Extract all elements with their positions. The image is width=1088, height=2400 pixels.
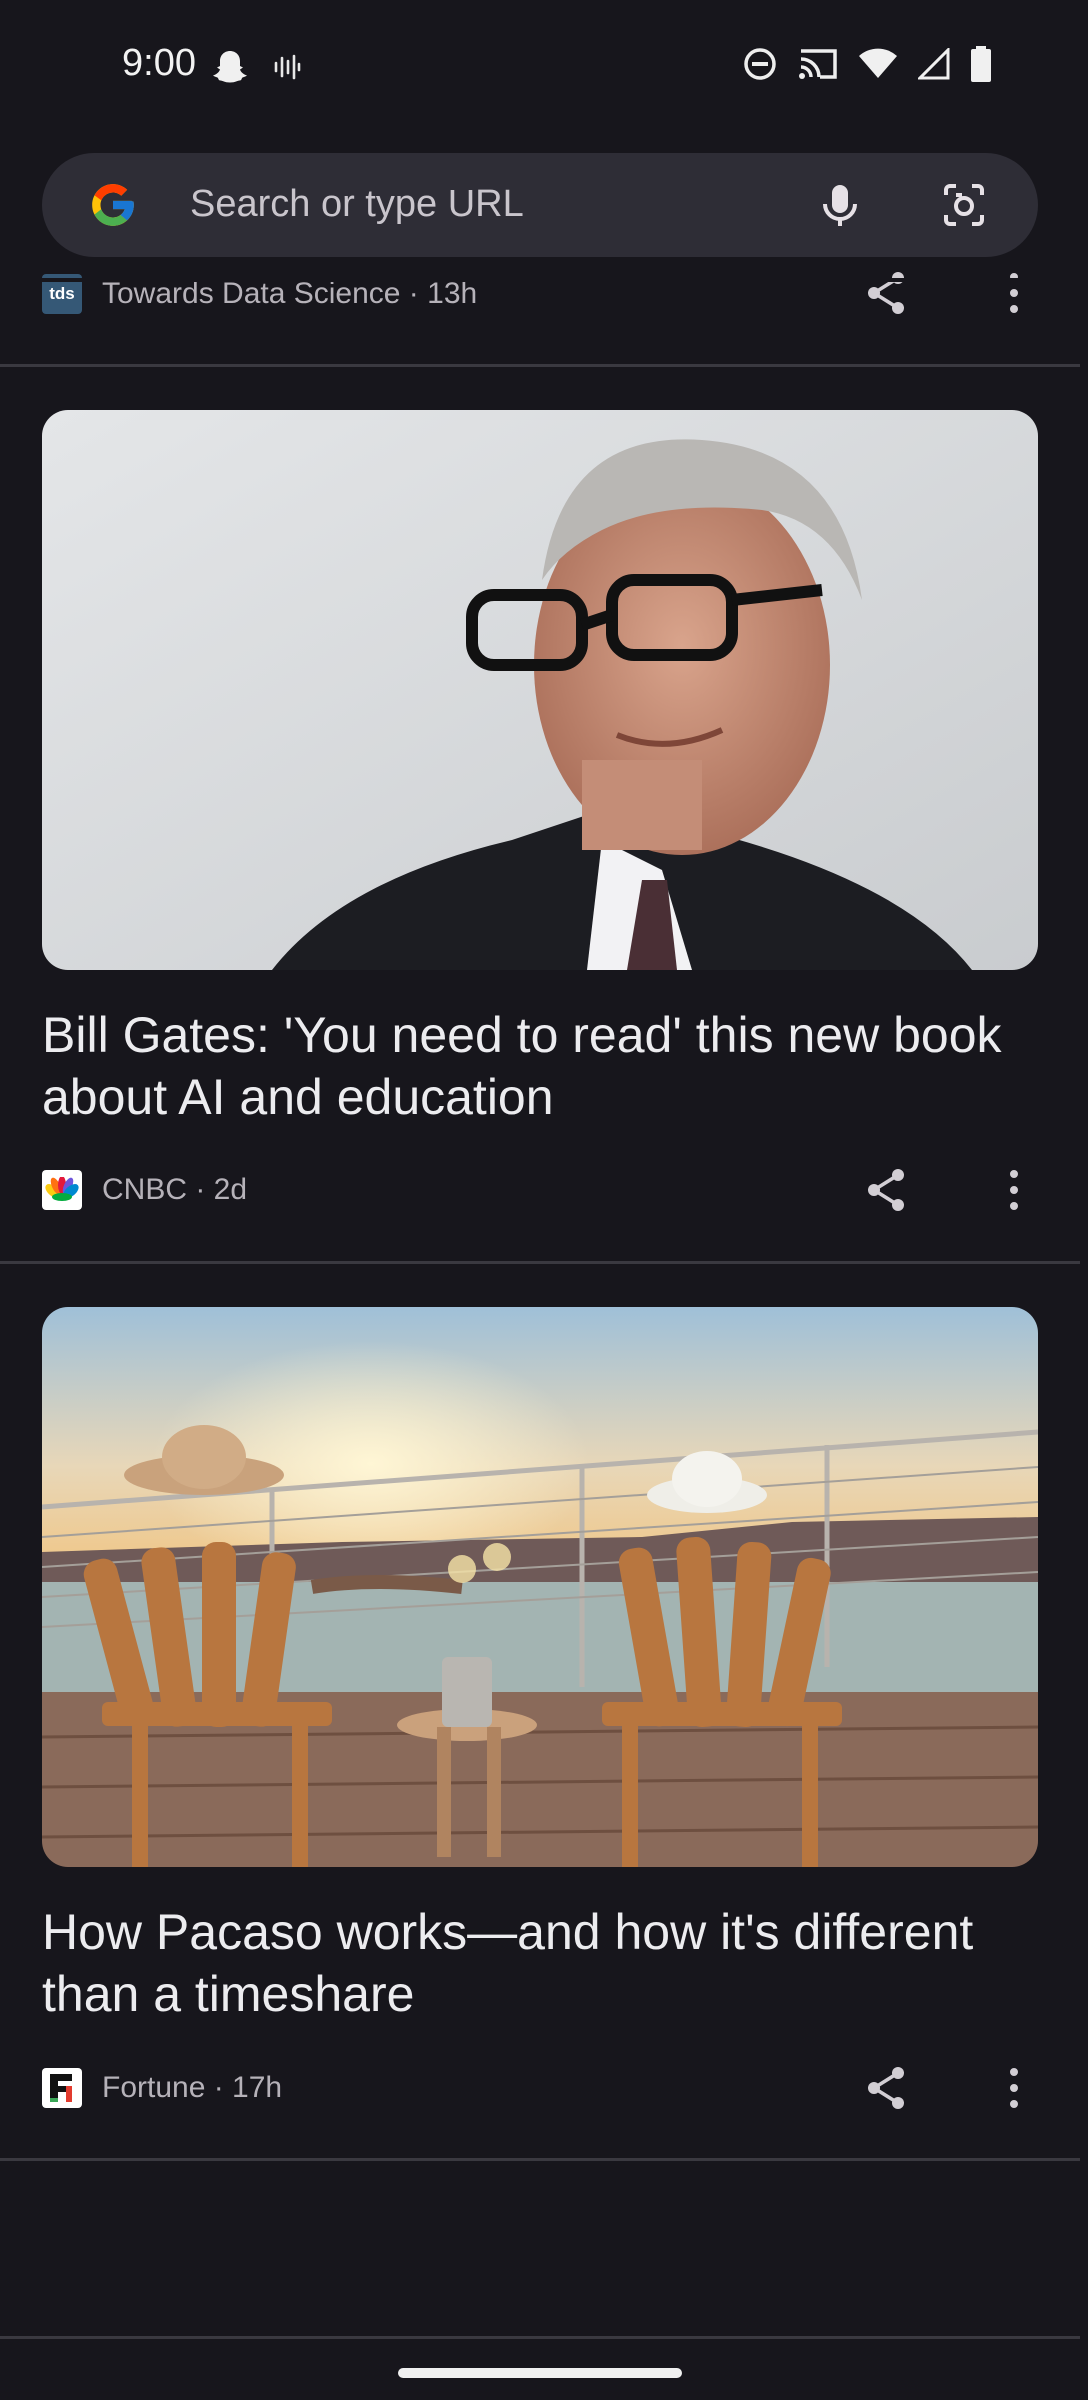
share-icon[interactable] bbox=[862, 2063, 912, 2113]
tds-logo-text: tds bbox=[49, 284, 75, 303]
article-image[interactable] bbox=[42, 410, 1038, 970]
search-input[interactable]: Search or type URL bbox=[190, 183, 524, 226]
card-source: CNBC · 2d bbox=[102, 1173, 248, 1206]
article-headline[interactable]: Bill Gates: 'You need to read' this new … bbox=[42, 1004, 1042, 1128]
more-options-icon[interactable] bbox=[996, 268, 1032, 318]
share-icon[interactable] bbox=[862, 1165, 912, 1215]
card-divider bbox=[0, 364, 1080, 367]
google-lens-icon[interactable] bbox=[936, 177, 992, 233]
card-source: Fortune · 17h bbox=[102, 2071, 283, 2104]
cnbc-logo bbox=[42, 1170, 82, 1210]
card-source-row: Fortune · 17h bbox=[42, 2068, 282, 2108]
article-headline[interactable]: How Pacaso works—and how it's different … bbox=[42, 1901, 1042, 2025]
microphone-icon[interactable] bbox=[812, 177, 868, 233]
gesture-navigation-bar[interactable] bbox=[398, 2368, 682, 2378]
signal-icon bbox=[918, 48, 950, 80]
more-options-icon[interactable] bbox=[996, 1165, 1032, 1215]
card-source: Towards Data Science · 13h bbox=[102, 277, 478, 310]
omnibox[interactable]: Search or type URL bbox=[42, 153, 1038, 257]
do-not-disturb-icon bbox=[744, 48, 776, 80]
article-image[interactable] bbox=[42, 1307, 1038, 1867]
share-icon[interactable] bbox=[862, 268, 912, 318]
status-bar: 9:00 bbox=[0, 0, 1088, 140]
sound-wave-icon bbox=[274, 54, 301, 80]
more-options-icon[interactable] bbox=[996, 2063, 1032, 2113]
google-logo-icon bbox=[92, 184, 134, 226]
cnbc-peacock-icon bbox=[45, 1177, 79, 1201]
bottom-divider bbox=[0, 2336, 1080, 2339]
portrait-photo bbox=[42, 410, 1038, 970]
sunset-deck-photo bbox=[42, 1307, 1038, 1867]
card-divider bbox=[0, 1261, 1080, 1264]
cast-icon bbox=[799, 49, 837, 79]
snapchat-icon bbox=[213, 51, 247, 83]
card-divider bbox=[0, 2158, 1080, 2161]
battery-icon bbox=[971, 46, 991, 82]
card-source-row: CNBC · 2d bbox=[42, 1170, 247, 1210]
status-time: 9:00 bbox=[122, 42, 196, 84]
fortune-f-icon bbox=[50, 2074, 72, 2102]
fortune-logo bbox=[42, 2068, 82, 2108]
wifi-icon bbox=[859, 48, 897, 78]
